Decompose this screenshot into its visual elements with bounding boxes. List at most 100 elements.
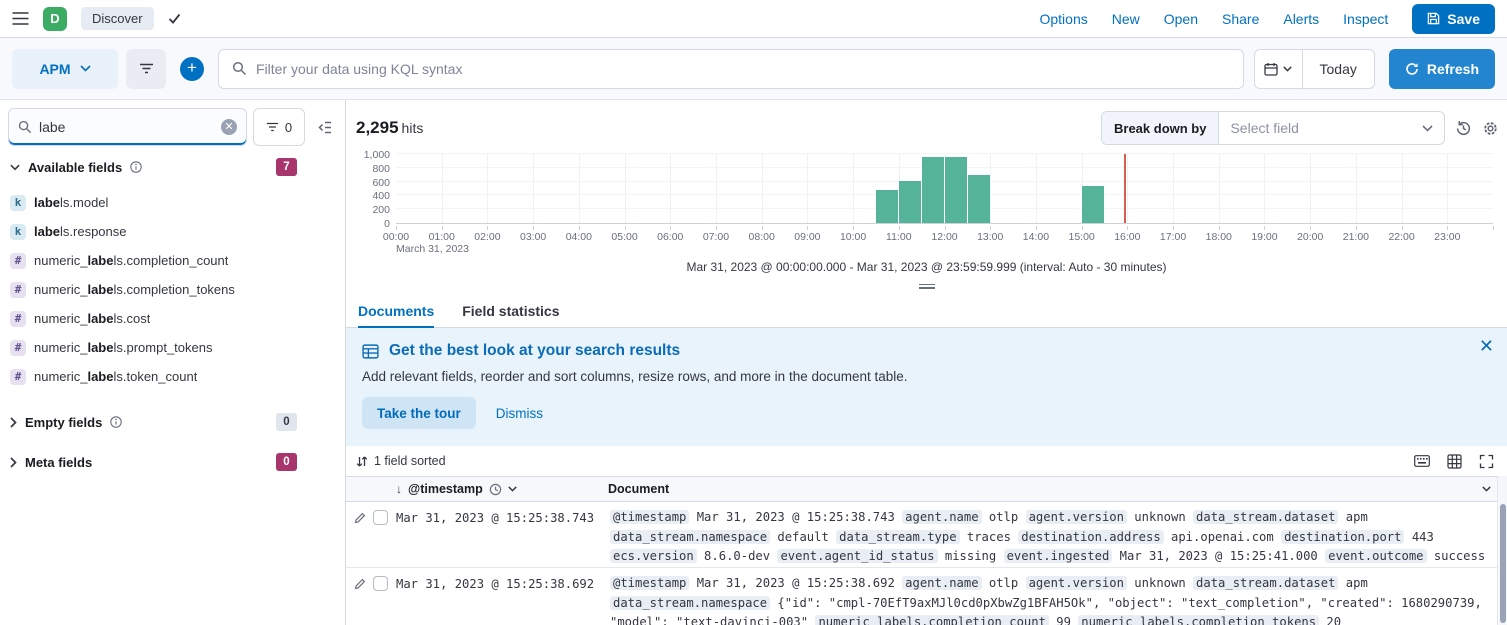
empty-fields-header[interactable]: Empty fields 0: [0, 403, 345, 441]
y-axis-label: 200: [372, 204, 390, 216]
field-search-input[interactable]: [39, 119, 214, 135]
field-name-pill: agent.name: [902, 576, 981, 590]
date-picker-button[interactable]: [1255, 50, 1303, 88]
gridline: [853, 154, 854, 223]
collapse-sidebar-icon[interactable]: [311, 114, 337, 140]
axis-tick: [396, 226, 397, 230]
histogram-chart: 02004006008001,000 00:0001:0002:0003:000…: [346, 148, 1507, 256]
document-column-header[interactable]: Document: [608, 482, 1507, 496]
row-checkbox[interactable]: [373, 510, 388, 525]
x-axis-label: 03:00: [511, 231, 555, 243]
refresh-label: Refresh: [1427, 61, 1479, 77]
axis-tick: [899, 226, 900, 230]
field-name-pill: destination.address: [1018, 530, 1163, 544]
field-name-pill: ecs.version: [610, 549, 697, 563]
field-item[interactable]: #numeric_labels.cost: [0, 304, 345, 333]
kql-search-input[interactable]: [256, 61, 1230, 77]
meta-fields-header[interactable]: Meta fields 0: [0, 441, 345, 479]
field-name-pill: agent.name: [902, 510, 981, 524]
field-item[interactable]: klabels.model: [0, 188, 345, 217]
field-filter-button[interactable]: 0: [253, 108, 305, 146]
current-time-marker: [1124, 154, 1126, 223]
tab-documents[interactable]: Documents: [358, 294, 434, 327]
top-link-inspect[interactable]: Inspect: [1343, 11, 1388, 27]
histogram-bar[interactable]: [1082, 186, 1104, 223]
available-fields-header[interactable]: Available fields 7: [0, 146, 345, 184]
axis-tick: [853, 226, 854, 230]
space-avatar[interactable]: D: [43, 7, 67, 31]
axis-tick: [670, 226, 671, 230]
field-name: labels.response: [34, 224, 127, 239]
clear-search-icon[interactable]: ✕: [221, 119, 237, 135]
top-link-open[interactable]: Open: [1164, 11, 1198, 27]
close-callout-icon[interactable]: ✕: [1479, 337, 1494, 355]
gridline: [579, 154, 580, 223]
expand-row-icon[interactable]: [354, 578, 366, 590]
dismiss-button[interactable]: Dismiss: [496, 406, 543, 421]
gridline: [1127, 154, 1128, 223]
field-item[interactable]: #numeric_labels.prompt_tokens: [0, 333, 345, 362]
expand-row-icon[interactable]: [354, 512, 366, 524]
histogram-bar[interactable]: [968, 175, 990, 223]
main-panel: 2,295hits Break down by Select field: [346, 100, 1507, 625]
refresh-button[interactable]: Refresh: [1389, 49, 1495, 89]
menu-hamburger-button[interactable]: [12, 12, 29, 25]
axis-tick: [625, 226, 626, 230]
histogram-bar[interactable]: [899, 181, 921, 223]
chart-history-icon[interactable]: [1455, 120, 1472, 137]
field-item[interactable]: klabels.response: [0, 217, 345, 246]
breakdown-select[interactable]: Break down by Select field: [1101, 111, 1445, 145]
timestamp-column-header[interactable]: ↓ @timestamp: [396, 482, 608, 496]
axis-tick: [716, 226, 717, 230]
top-link-new[interactable]: New: [1112, 11, 1140, 27]
keyboard-shortcuts-icon[interactable]: [1414, 455, 1430, 467]
save-button[interactable]: Save: [1412, 4, 1495, 34]
histogram-bar[interactable]: [922, 157, 944, 223]
tab-field-statistics[interactable]: Field statistics: [462, 294, 559, 327]
save-icon: [1427, 12, 1440, 25]
field-item[interactable]: #numeric_labels.completion_tokens: [0, 275, 345, 304]
gridline: [762, 154, 763, 223]
axis-tick: [1127, 226, 1128, 230]
field-item[interactable]: #numeric_labels.completion_count: [0, 246, 345, 275]
chart-options-gear-icon[interactable]: [1482, 120, 1499, 137]
date-range-button[interactable]: Today: [1303, 50, 1374, 88]
number-field-icon: #: [10, 282, 26, 298]
breadcrumb[interactable]: Discover: [81, 7, 154, 30]
x-axis-label: 02:00: [465, 231, 509, 243]
top-link-options[interactable]: Options: [1039, 11, 1087, 27]
field-name: numeric_labels.token_count: [34, 369, 197, 384]
top-link-share[interactable]: Share: [1222, 11, 1259, 27]
scrollbar-thumb[interactable]: [1500, 504, 1506, 623]
field-search-bar[interactable]: ✕: [8, 108, 247, 146]
table-scrollbar[interactable]: [1497, 476, 1507, 625]
row-checkbox[interactable]: [373, 576, 388, 591]
callout-body: Add relevant fields, reorder and sort co…: [362, 369, 1467, 384]
top-link-alerts[interactable]: Alerts: [1283, 11, 1319, 27]
axis-tick: [1264, 226, 1265, 230]
sort-fields-button[interactable]: 1 field sorted: [356, 454, 446, 468]
gridline: [1447, 154, 1448, 223]
number-field-icon: #: [10, 311, 26, 327]
chart-resize-handle[interactable]: [346, 278, 1507, 294]
gridline: [533, 154, 534, 223]
histogram-bar[interactable]: [945, 157, 967, 223]
kql-search-bar[interactable]: [218, 49, 1244, 89]
display-options-icon[interactable]: [1447, 454, 1462, 469]
chevron-down-icon: [1422, 125, 1433, 132]
x-axis-label: 21:00: [1334, 231, 1378, 243]
check-icon: [168, 13, 181, 24]
filters-button[interactable]: [126, 49, 166, 89]
gridline: [990, 154, 991, 223]
fullscreen-icon[interactable]: [1479, 454, 1494, 469]
field-item[interactable]: #numeric_labels.token_count: [0, 362, 345, 391]
take-tour-button[interactable]: Take the tour: [362, 397, 476, 429]
histogram-bar[interactable]: [876, 190, 898, 223]
empty-fields-label: Empty fields: [25, 415, 102, 430]
data-view-picker[interactable]: APM: [12, 49, 118, 89]
histogram-plot[interactable]: [396, 154, 1493, 224]
gridline: [396, 153, 1493, 154]
breakdown-placeholder: Select field: [1230, 120, 1298, 136]
field-name-pill: data_stream.type: [836, 530, 959, 544]
add-filter-button[interactable]: +: [180, 57, 204, 81]
